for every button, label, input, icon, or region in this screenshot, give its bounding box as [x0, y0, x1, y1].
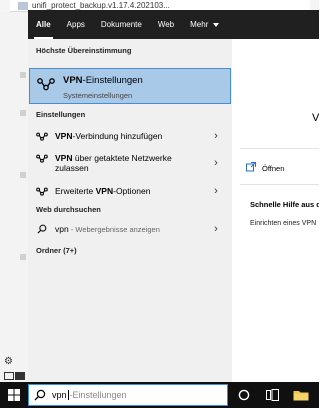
vpn-icon [36, 132, 48, 141]
best-match-subtitle: Systemeinstellungen [63, 91, 133, 100]
tab-web[interactable]: Web [150, 10, 182, 39]
chevron-down-icon [213, 22, 220, 27]
background-marker [20, 172, 26, 178]
result-label: Erweiterte VPN-Optionen [55, 186, 151, 196]
chevron-right-icon[interactable]: › [210, 223, 222, 235]
results-list: Höchste Übereinstimmung VPN-Einstellunge… [28, 39, 232, 382]
result-vpn-advanced-options[interactable]: Erweiterte VPN-Optionen › [28, 182, 232, 200]
chevron-right-icon[interactable]: › [210, 185, 222, 197]
result-vpn-metered-networks[interactable]: VPN über getaktete Netzwerke zulassen › [28, 150, 232, 176]
start-button[interactable] [0, 382, 28, 408]
preview-pane: V Öffnen Schnelle Hilfe aus de Einrichte… [232, 39, 319, 382]
gear-icon[interactable]: ⚙ [4, 356, 13, 367]
cortana-icon [238, 389, 250, 401]
search-icon [36, 224, 48, 234]
open-action[interactable]: Öffnen [246, 162, 284, 174]
divider [240, 148, 319, 149]
open-icon [246, 162, 256, 174]
cortana-button[interactable] [230, 382, 258, 408]
file-icon [18, 1, 28, 10]
result-vpn-add-connection[interactable]: VPN-Verbindung hinzufügen › [28, 127, 232, 145]
background-marker [20, 110, 26, 116]
tab-documents[interactable]: Dokumente [93, 10, 150, 39]
quick-help-title: Schnelle Hilfe aus de [250, 200, 319, 209]
result-label: VPN-Verbindung hinzufügen [55, 131, 163, 141]
chevron-right-icon[interactable]: › [210, 157, 222, 169]
task-view-icon [265, 389, 279, 401]
result-label: VPN über getaktete Netzwerke zulassen [55, 153, 172, 173]
file-explorer-button[interactable] [288, 382, 314, 408]
background-marker [20, 254, 26, 260]
text-cursor [67, 390, 69, 400]
taskbar: vpn -Einstellungen [0, 382, 319, 408]
result-label: vpn - Webergebnisse anzeigen [55, 224, 160, 234]
task-view-button[interactable] [258, 382, 286, 408]
vpn-icon [36, 187, 48, 196]
taskbar-search-box[interactable]: vpn -Einstellungen [28, 384, 228, 406]
section-folders[interactable]: Ordner (7+) [36, 246, 77, 255]
best-match-item[interactable]: VPN-Einstellungen Systemeinstellungen [29, 68, 231, 104]
background-marker [20, 72, 26, 78]
folder-icon [293, 391, 309, 401]
divider [240, 184, 319, 185]
search-autocomplete-hint: -Einstellungen [69, 390, 127, 400]
search-panel: Alle Apps Dokumente Web Mehr Höchste Übe… [28, 10, 319, 382]
windows-icon [8, 389, 20, 401]
best-match-title: VPN-Einstellungen [63, 75, 143, 86]
preview-title: V [312, 112, 319, 124]
open-label: Öffnen [262, 163, 285, 173]
search-tab-bar: Alle Apps Dokumente Web Mehr [28, 10, 319, 39]
tab-more[interactable]: Mehr [182, 10, 227, 39]
search-icon [34, 389, 46, 401]
chevron-right-icon[interactable]: › [210, 130, 222, 142]
vpn-icon [37, 77, 55, 93]
quick-help-item[interactable]: Einrichten eines VPN [250, 220, 316, 227]
window-icon[interactable] [4, 372, 14, 380]
tab-apps[interactable]: Apps [59, 10, 93, 39]
search-query[interactable]: vpn [52, 390, 67, 400]
result-web-search[interactable]: vpn - Webergebnisse anzeigen › [28, 220, 232, 238]
vpn-icon [36, 154, 48, 163]
section-web: Web durchsuchen [36, 205, 101, 214]
section-best-match: Höchste Übereinstimmung [36, 46, 132, 55]
background-left-strip [0, 12, 28, 382]
section-settings: Einstellungen [36, 110, 86, 119]
tab-all[interactable]: Alle [28, 10, 59, 39]
window-filled-icon[interactable] [15, 372, 25, 380]
background-file-name: unifi_protect_backup.v1.17.4.202103... [32, 1, 170, 10]
